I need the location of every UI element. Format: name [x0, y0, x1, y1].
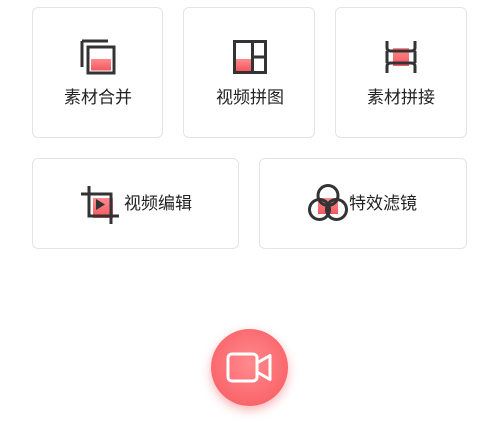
record-video-button[interactable] [211, 329, 288, 406]
layers-merge-icon [80, 39, 116, 75]
crop-play-icon [81, 186, 119, 224]
video-camera-icon [226, 352, 272, 383]
filter-circles-icon [308, 184, 348, 221]
video-collage-card[interactable]: 视频拼图 [183, 7, 315, 138]
effects-filter-label: 特效滤镜 [349, 194, 417, 214]
material-merge-card[interactable]: 素材合并 [32, 7, 163, 138]
video-collage-label: 视频拼图 [216, 88, 284, 108]
effects-filter-card[interactable]: 特效滤镜 [259, 158, 467, 249]
grid-layout-icon [233, 40, 267, 74]
video-edit-label: 视频编辑 [124, 194, 192, 214]
material-splice-card[interactable]: 素材拼接 [335, 7, 467, 138]
material-splice-label: 素材拼接 [367, 88, 435, 108]
material-merge-label: 素材合并 [64, 88, 132, 108]
video-edit-card[interactable]: 视频编辑 [32, 158, 239, 249]
film-splice-icon [385, 41, 417, 73]
